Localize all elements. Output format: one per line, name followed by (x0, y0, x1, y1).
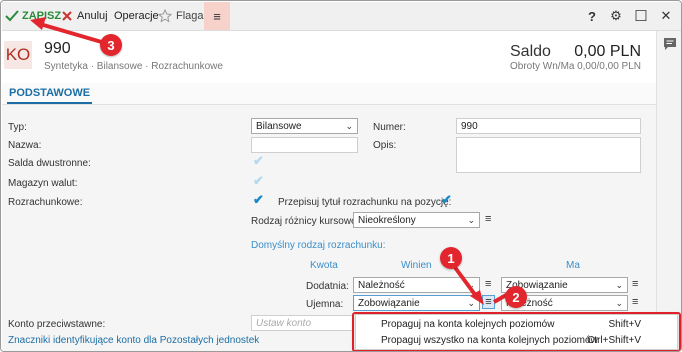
saldo-value: 0,00 PLN (574, 43, 641, 60)
chevron-down-icon: ⌄ (467, 214, 475, 225)
operations-label: Operacje (114, 10, 159, 22)
menu-button[interactable]: ≡ (204, 2, 230, 30)
saldo-label: Saldo (510, 43, 551, 60)
winien-header: Winien (401, 260, 432, 271)
save-button[interactable]: ZAPISZ (5, 7, 61, 25)
typ-label: Typ: (8, 122, 27, 133)
saldo-subvalue: 0,00/0,00 PLN (577, 61, 641, 72)
context-menu-highlight (352, 312, 681, 351)
opis-label: Opis: (373, 140, 397, 151)
numer-value: 990 (461, 120, 478, 132)
hamburger-icon: ≡ (213, 8, 221, 24)
roznica-select[interactable]: Nieokreślony ⌄ (353, 212, 480, 228)
dodatnia-winien-menu-icon[interactable]: ≡ (485, 278, 491, 290)
konto-label: Konto przeciwstawne: (8, 319, 106, 330)
cancel-label: Anuluj (77, 10, 108, 22)
dodatnia-winien-value: Należność (358, 279, 405, 291)
chevron-down-icon: ⌄ (615, 279, 623, 290)
save-label: ZAPISZ (22, 10, 62, 22)
ujemna-ma-menu-icon[interactable]: ≡ (632, 296, 638, 308)
numer-label: Numer: (373, 122, 406, 133)
dodatnia-ma-menu-icon[interactable]: ≡ (632, 278, 638, 290)
account-type-badge: KO (4, 41, 32, 69)
default-type-title: Domyślny rodzaj rozrachunku: (251, 240, 386, 251)
chevron-down-icon: ⌄ (345, 120, 353, 131)
side-panel (656, 31, 681, 351)
gear-icon: ⚙ (610, 8, 622, 23)
annotation-badge-1: 1 (440, 247, 462, 269)
annotation-badge-2: 2 (505, 286, 527, 308)
star-icon (158, 9, 172, 23)
settings-button[interactable]: ⚙ (607, 7, 625, 25)
magazyn-checkbox[interactable]: ✔ (253, 173, 264, 189)
comment-icon[interactable] (663, 37, 677, 51)
opis-input[interactable] (456, 137, 641, 173)
close-icon (62, 11, 72, 21)
chevron-down-icon: ⌄ (467, 279, 475, 290)
typ-value: Bilansowe (256, 120, 302, 132)
tab-bar (2, 83, 656, 105)
close-icon: ✕ (660, 8, 672, 23)
chevron-down-icon: ⌄ (615, 297, 623, 308)
kwota-header: Kwota (310, 260, 338, 271)
operations-button[interactable]: Operacje (114, 7, 159, 25)
account-number-title: 990 (44, 40, 71, 57)
record-header (2, 31, 656, 83)
nazwa-input[interactable] (251, 137, 358, 153)
roznica-label: Rodzaj różnicy kursowej: (251, 216, 362, 227)
annotation-badge-3: 3 (100, 34, 122, 56)
konto-placeholder: Ustaw konto (256, 317, 312, 329)
chevron-down-icon: ⌄ (467, 297, 475, 308)
rozrachunkowe-label: Rozrachunkowe: (8, 197, 83, 208)
help-icon: ? (588, 8, 596, 24)
maximize-icon: ☐ (634, 8, 648, 25)
przepisuj-checkbox[interactable]: ✔ (441, 192, 452, 208)
ujemna-winien-menu-icon[interactable]: ≡ (482, 295, 495, 309)
ujemna-label: Ujemna: (306, 299, 344, 310)
checkmark-icon (5, 10, 19, 22)
ma-header: Ma (566, 260, 580, 271)
przepisuj-label: Przepisuj tytuł rozrachunku na pozycję: (278, 197, 452, 208)
dodatnia-winien-select[interactable]: Należność ⌄ (353, 277, 480, 293)
konto-input[interactable]: Ustaw konto (251, 315, 353, 331)
dodatnia-label: Dodatnia: (306, 281, 349, 292)
account-subtitle: Syntetyka · Bilansowe · Rozrachunkowe (44, 61, 223, 72)
flag-button[interactable]: Flaga (158, 7, 204, 25)
znaczniki-link[interactable]: Znaczniki identyfikujące konto dla Pozos… (8, 335, 259, 346)
numer-input[interactable]: 990 (456, 118, 641, 134)
turnover-label: Obroty Wn/Ma (510, 61, 575, 72)
salda-label: Salda dwustronne: (8, 158, 91, 169)
ujemna-winien-value: Zobowiązanie (358, 297, 420, 309)
roznica-menu-icon[interactable]: ≡ (485, 213, 491, 225)
flag-label: Flaga (176, 10, 204, 22)
close-button[interactable]: ✕ (657, 7, 675, 25)
salda-checkbox[interactable]: ✔ (253, 153, 264, 169)
cancel-button[interactable]: Anuluj (61, 7, 108, 25)
tab-podstawowe[interactable]: PODSTAWOWE (7, 87, 93, 104)
rozrachunkowe-checkbox[interactable]: ✔ (253, 192, 264, 208)
ujemna-winien-select[interactable]: Zobowiązanie ⌄ (353, 295, 480, 311)
help-button[interactable]: ? (583, 7, 601, 25)
nazwa-label: Nazwa: (8, 140, 42, 151)
magazyn-label: Magazyn walut: (8, 178, 78, 189)
maximize-button[interactable]: ☐ (632, 7, 650, 25)
roznica-value: Nieokreślony (358, 214, 416, 226)
typ-select[interactable]: Bilansowe ⌄ (251, 118, 358, 134)
